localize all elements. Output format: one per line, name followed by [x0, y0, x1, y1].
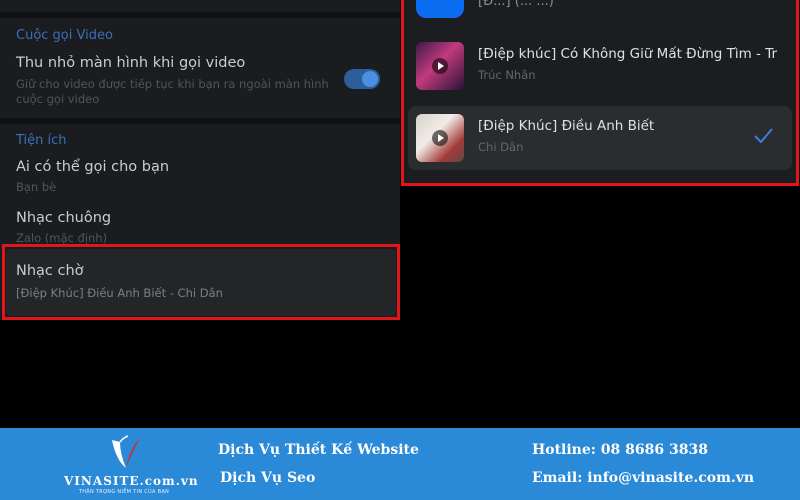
service-seo-link[interactable]: Dịch Vụ Seo [220, 470, 315, 486]
minimize-video-toggle[interactable] [344, 69, 380, 89]
video-call-group: Cuộc gọi Video Thu nhỏ màn hình khi gọi … [0, 18, 400, 118]
video-section-title: Cuộc gọi Video [16, 28, 113, 43]
email-text[interactable]: Email: info@vinasite.com.vn [532, 470, 754, 486]
hotline-text[interactable]: Hotline: 08 8686 3838 [532, 442, 708, 458]
who-can-call-value: Bạn bè [16, 180, 57, 194]
highlight-box-song-list [401, 0, 799, 186]
service-website-link[interactable]: Dịch Vụ Thiết Kế Website [218, 442, 419, 458]
logo-text: VINASITE.com.vn [64, 474, 199, 488]
minimize-video-desc-2: cuộc gọi video [16, 92, 100, 106]
utilities-section-title: Tiện ích [16, 133, 67, 148]
previous-group-edge [0, 0, 400, 12]
vinasite-footer-banner: VINASITE.com.vn THẬN TRỌNG NIỀM TIN CỦA … [0, 428, 800, 500]
logo-tagline: THẬN TRỌNG NIỀM TIN CỦA BẠN [78, 489, 170, 495]
vinasite-logo[interactable]: VINASITE.com.vn THẬN TRỌNG NIỀM TIN CỦA … [64, 432, 199, 496]
vinasite-logo-mark-icon [112, 435, 140, 468]
who-can-call-title[interactable]: Ai có thể gọi cho bạn [16, 159, 169, 175]
minimize-video-title[interactable]: Thu nhỏ màn hình khi gọi video [16, 55, 245, 71]
minimize-video-desc-1: Giữ cho video được tiếp tục khi bạn ra n… [16, 77, 329, 91]
ringtone-title[interactable]: Nhạc chuông [16, 210, 111, 226]
toggle-knob [362, 71, 378, 87]
highlight-box-ringback [2, 244, 400, 320]
